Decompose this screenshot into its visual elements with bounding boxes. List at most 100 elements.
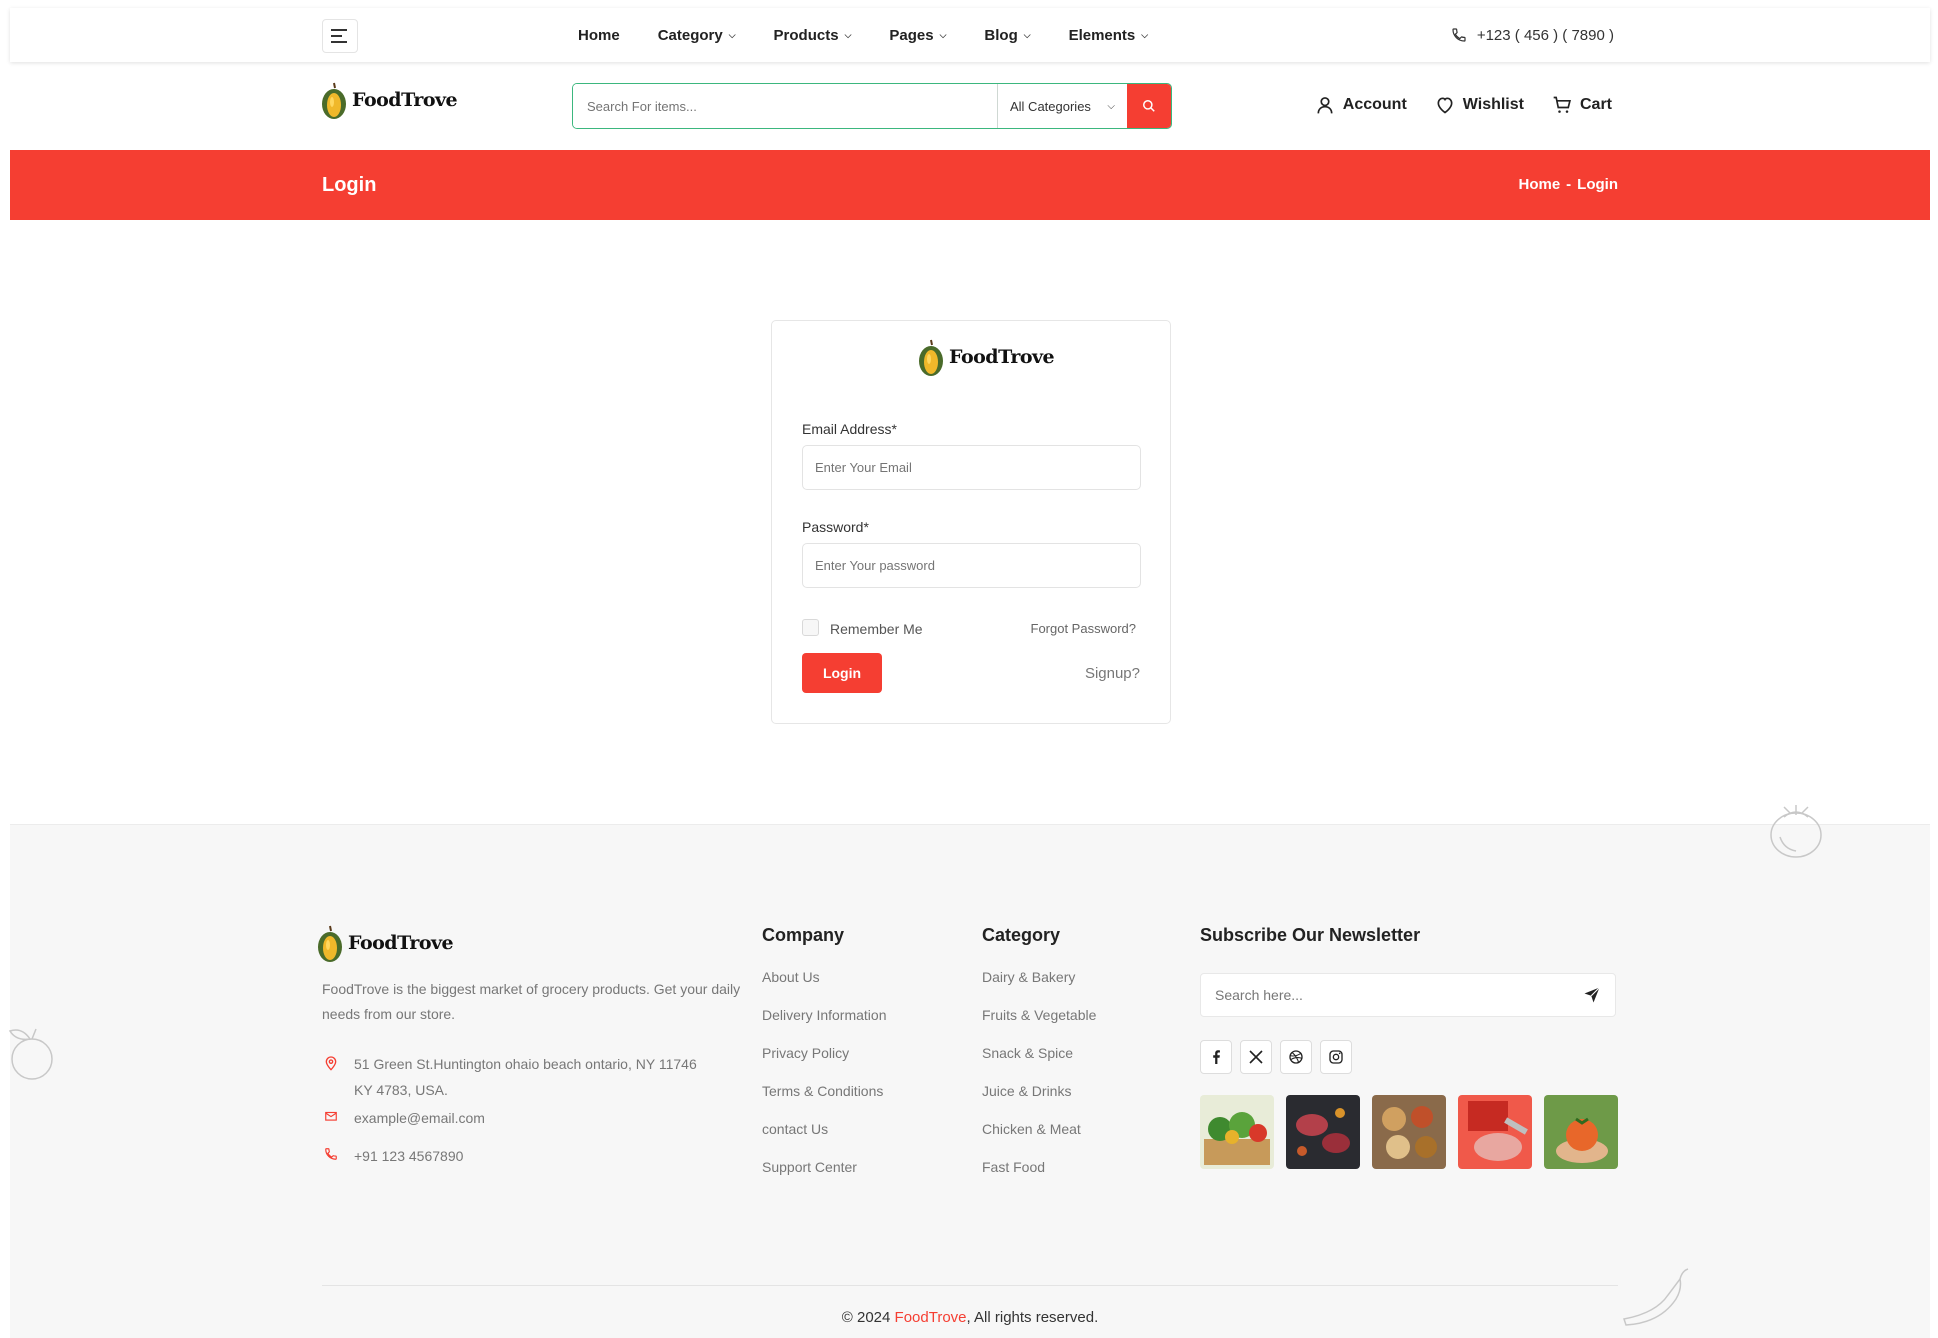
footer: FoodTrove FoodTrove is the biggest marke… — [8, 805, 1930, 1338]
heart-icon — [1437, 97, 1453, 114]
durian-logo-icon — [322, 82, 346, 119]
instagram-button[interactable] — [1320, 1040, 1352, 1074]
footer-company-column: Company About Us Delivery Information Pr… — [762, 925, 887, 1186]
footer-newsletter-column: Subscribe Our Newsletter — [1200, 925, 1420, 958]
hamburger-menu-button[interactable] — [322, 19, 358, 53]
phone-contact[interactable]: +123 ( 456 ) ( 7890 ) — [1451, 8, 1614, 62]
search-icon — [1143, 100, 1155, 112]
account-link[interactable]: Account — [1315, 95, 1407, 115]
newsletter-title: Subscribe Our Newsletter — [1200, 925, 1421, 945]
nav-home[interactable]: Home — [578, 27, 620, 44]
nav-pages[interactable]: Pages ⌵ — [889, 27, 946, 44]
main-nav: Home Category ⌵ Products ⌵ Pages ⌵ Blog ⌵ El… — [578, 8, 1148, 62]
wishlist-link[interactable]: Wishlist — [1435, 95, 1524, 115]
tomato-outline-decoration — [1770, 805, 1822, 858]
header-logo[interactable]: FoodTrove — [320, 80, 458, 120]
email-label: Email Address* — [802, 421, 897, 437]
breadcrumb-home[interactable]: Home — [1518, 176, 1560, 193]
gallery-image-meat-spices[interactable] — [1286, 1095, 1360, 1169]
nav-blog[interactable]: Blog ⌵ — [984, 27, 1030, 44]
password-label: Password* — [802, 519, 869, 535]
durian-logo-icon — [919, 339, 943, 376]
header-actions: Account Wishlist Cart — [1315, 95, 1612, 115]
chevron-down-icon: ⌵ — [728, 29, 736, 40]
login-card: FoodTrove Email Address* Password* Remem… — [771, 320, 1171, 724]
footer-link[interactable]: Dairy & Bakery — [982, 958, 1096, 996]
footer-link[interactable]: Privacy Policy — [762, 1034, 887, 1072]
nav-elements[interactable]: Elements ⌵ — [1069, 27, 1149, 44]
search-button[interactable] — [1127, 84, 1171, 128]
gallery-image-spices[interactable] — [1372, 1095, 1446, 1169]
page-title: Login — [322, 174, 377, 196]
newsletter-input[interactable]: Search here... — [1200, 973, 1616, 1017]
hamburger-icon — [331, 29, 347, 43]
facebook-button[interactable] — [1200, 1040, 1232, 1074]
cart-link[interactable]: Cart — [1552, 95, 1612, 115]
copyright-brand-link[interactable]: FoodTrove — [895, 1309, 967, 1326]
footer-link[interactable]: contact Us — [762, 1110, 887, 1148]
brand-name: FoodTrove — [949, 346, 1055, 368]
footer-link[interactable]: Support Center — [762, 1148, 887, 1186]
footer-phone[interactable]: +91 123 4567890 — [322, 1143, 742, 1169]
apple-outline-decoration — [8, 1028, 53, 1080]
dribbble-icon — [1289, 1050, 1303, 1064]
send-icon[interactable] — [1583, 986, 1601, 1004]
instagram-icon — [1329, 1050, 1343, 1064]
email-field[interactable] — [802, 445, 1141, 490]
dribbble-button[interactable] — [1280, 1040, 1312, 1074]
top-navbar: Home Category ⌵ Products ⌵ Pages ⌵ Blog ⌵ El… — [10, 8, 1930, 62]
user-icon — [1317, 97, 1333, 114]
brand-name: FoodTrove — [348, 932, 454, 954]
remember-me-label: Remember Me — [830, 621, 923, 637]
footer-category-title: Category — [982, 925, 1061, 945]
footer-description: FoodTrove is the biggest market of groce… — [322, 981, 741, 1022]
brand-name: FoodTrove — [352, 89, 458, 111]
footer-divider — [322, 1285, 1618, 1286]
search-input[interactable] — [573, 84, 997, 128]
gallery-image-vegetables[interactable] — [1200, 1095, 1274, 1169]
cart-icon — [1553, 96, 1571, 113]
footer-link[interactable]: Fruits & Vegetable — [982, 996, 1096, 1034]
x-button[interactable] — [1240, 1040, 1272, 1074]
remember-me-checkbox[interactable] — [802, 619, 819, 636]
nav-products[interactable]: Products ⌵ — [774, 27, 852, 44]
footer-address: 51 Green St.Huntington ohaio beach ontar… — [322, 1051, 742, 1103]
facebook-icon — [1213, 1050, 1220, 1064]
signup-link[interactable]: Signup? — [1085, 665, 1140, 682]
page: Home Category ⌵ Products ⌵ Pages ⌵ Blog ⌵ El… — [8, 8, 1930, 1338]
breadcrumb-current: Login — [1577, 176, 1618, 193]
phone-icon — [325, 1148, 337, 1160]
footer-link[interactable]: Fast Food — [982, 1148, 1096, 1186]
footer-category-column: Category Dairy & Bakery Fruits & Vegetab… — [982, 925, 1096, 1186]
location-pin-icon — [325, 1056, 337, 1071]
footer-email[interactable]: example@email.com — [322, 1105, 742, 1131]
breadcrumb: Home - Login — [1518, 176, 1618, 193]
copyright: © 2024 FoodTrove, All rights reserved. — [841, 1309, 1099, 1326]
durian-logo-icon — [318, 925, 342, 962]
forgot-password-link[interactable]: Forgot Password? — [1031, 621, 1137, 636]
chevron-down-icon: ⌵ — [1107, 100, 1115, 112]
breadcrumb-separator: - — [1566, 176, 1572, 193]
category-select[interactable]: All Categories ⌵ — [997, 84, 1127, 128]
footer-link[interactable]: About Us — [762, 958, 887, 996]
footer-link[interactable]: Snack & Spice — [982, 1034, 1096, 1072]
card-logo: FoodTrove — [917, 337, 1055, 377]
social-links — [1200, 1040, 1352, 1074]
footer-link[interactable]: Terms & Conditions — [762, 1072, 887, 1110]
footer-link[interactable]: Chicken & Meat — [982, 1110, 1096, 1148]
footer-link[interactable]: Juice & Drinks — [982, 1072, 1096, 1110]
footer-gallery — [1200, 1095, 1618, 1169]
page-banner: Login Home - Login — [10, 150, 1930, 220]
gallery-image-butcher[interactable] — [1458, 1095, 1532, 1169]
nav-category[interactable]: Category ⌵ — [658, 27, 736, 44]
footer-link[interactable]: Delivery Information — [762, 996, 887, 1034]
password-field[interactable] — [802, 543, 1141, 588]
x-icon — [1249, 1050, 1263, 1064]
footer-company-title: Company — [762, 925, 845, 945]
chevron-down-icon: ⌵ — [1023, 29, 1031, 40]
footer-logo[interactable]: FoodTrove — [316, 923, 454, 963]
login-button[interactable]: Login — [802, 653, 882, 693]
chevron-down-icon: ⌵ — [1141, 29, 1149, 40]
gallery-image-tomato-hand[interactable] — [1544, 1095, 1618, 1169]
search-bar: All Categories ⌵ — [572, 83, 1172, 129]
